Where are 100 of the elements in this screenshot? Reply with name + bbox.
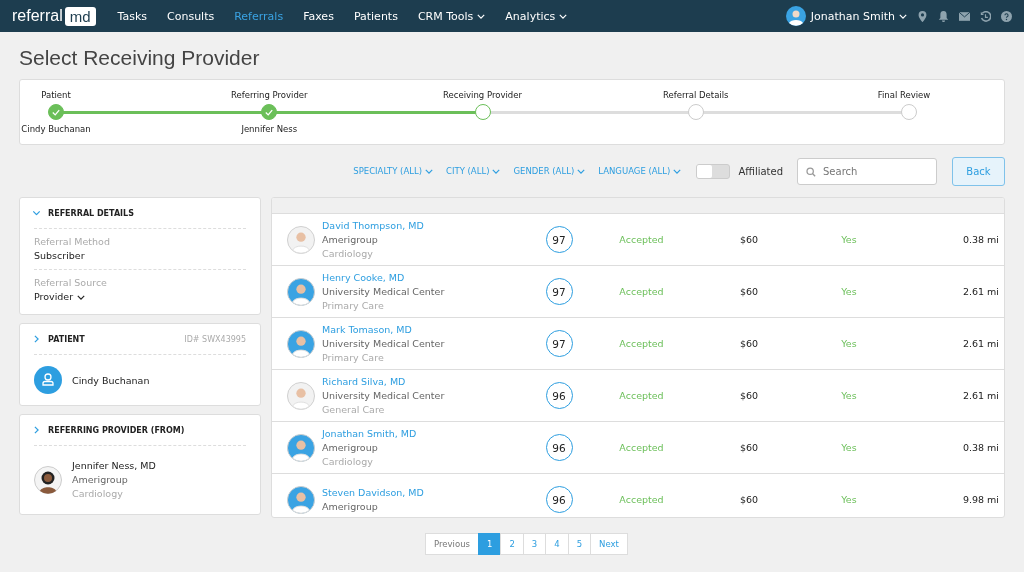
distance-cell-text: 0.38 mi <box>961 234 999 245</box>
card-title: REFERRAL DETAILS <box>48 208 134 218</box>
provider-organization: University Medical Center <box>322 336 445 351</box>
avatar-icon <box>287 485 315 514</box>
avatar-icon <box>287 225 315 254</box>
price-cell-text: $60 <box>738 286 760 297</box>
step-value: Cindy Buchanan <box>21 124 91 134</box>
avatar-icon <box>287 277 315 306</box>
provider-specialty: Primary Care <box>322 350 385 365</box>
status-cell-text: Accepted <box>618 442 665 453</box>
chevron-icon[interactable] <box>34 426 39 434</box>
network-cell-text: Yes <box>840 390 858 401</box>
nav-item[interactable]: Faxes <box>303 9 334 23</box>
nav-item[interactable]: Analytics <box>505 9 568 23</box>
caret-icon <box>577 168 586 174</box>
provider-name-link[interactable]: Jonathan Smith, MD <box>322 426 417 441</box>
filter-dropdown[interactable]: LANGUAGE (ALL) <box>598 166 682 176</box>
provider-specialty: Primary Care <box>322 298 385 313</box>
price-cell-text: $60 <box>738 338 760 349</box>
field-label: Referral Method <box>34 235 111 249</box>
checkmark-icon <box>52 108 60 116</box>
step-value: Jennifer Ness <box>241 124 298 134</box>
provider-row[interactable]: Henry Cooke, MD University Medical Center Primary Care 97 Accepted $60 Yes 2.61 mi <box>272 266 1004 318</box>
filter-dropdown[interactable]: GENDER (ALL) <box>513 166 586 176</box>
provider-organization: Amerigroup <box>72 473 129 487</box>
provider-row[interactable]: Steven Davidson, MD Amerigroup 96 Accepted $60 Yes 9.98 mi <box>272 474 1004 517</box>
provider-row[interactable]: Mark Tomason, MD University Medical Center Primary Care 97 Accepted $60 Yes 2.61 mi <box>272 318 1004 370</box>
avatar-icon <box>287 329 315 358</box>
nav-item[interactable]: Referrals <box>234 9 284 23</box>
step-label: Referral Details <box>661 90 730 102</box>
nav-item[interactable]: Patients <box>353 9 398 23</box>
filter-dropdown[interactable]: SPECIALTY (ALL) <box>353 166 433 176</box>
previous-page-button[interactable]: Previous <box>425 533 479 555</box>
avatar-icon <box>34 466 62 494</box>
price-cell-text: $60 <box>738 494 760 505</box>
status-cell-text: Accepted <box>618 390 665 401</box>
provider-name-link[interactable]: Henry Cooke, MD <box>322 270 445 285</box>
network-cell-text: Yes <box>840 494 858 505</box>
step-label: Referring Provider <box>229 90 309 102</box>
provider-name-link[interactable]: Steven Davidson, MD <box>322 485 424 500</box>
network-cell-text: Yes <box>840 234 858 245</box>
price-cell-text: $60 <box>738 234 760 245</box>
network-cell-text: Yes <box>840 442 858 453</box>
filter-dropdown[interactable]: CITY (ALL) <box>446 166 501 176</box>
provider-row[interactable]: Jonathan Smith, MD Amerigroup Cardiology 96 Accepted $60 Yes 0.38 mi <box>272 422 1004 474</box>
checkmark-icon <box>265 108 274 116</box>
user-menu[interactable]: Jonathan Smith <box>810 9 907 23</box>
history-icon[interactable] <box>980 10 991 22</box>
distance-cell-text: 9.98 mi <box>961 494 999 505</box>
provider-name-link[interactable]: Mark Tomason, MD <box>322 322 445 337</box>
page-button[interactable]: 3 <box>522 533 547 555</box>
chevron-icon[interactable] <box>34 335 39 343</box>
next-page-button[interactable]: Next <box>590 533 628 555</box>
search-icon <box>806 166 816 177</box>
nav-item[interactable]: Consults <box>167 9 215 23</box>
status-cell-text: Accepted <box>618 494 665 505</box>
page-button[interactable]: 1 <box>478 533 502 555</box>
logo[interactable]: referral md <box>12 6 96 26</box>
source-dropdown[interactable]: Provider <box>34 290 86 304</box>
step-label: Receiving Provider <box>442 90 523 102</box>
field-label: Referral Source <box>34 276 108 290</box>
toggle-switch[interactable] <box>696 163 731 179</box>
provider-name-link[interactable]: David Thompson, MD <box>322 218 424 233</box>
provider-organization: University Medical Center <box>322 284 445 299</box>
person-icon <box>34 366 62 394</box>
network-cell-text: Yes <box>840 286 858 297</box>
help-icon[interactable] <box>1001 10 1012 22</box>
card-title: REFERRING PROVIDER (FROM) <box>48 425 185 435</box>
page-button[interactable]: 2 <box>500 533 524 555</box>
avatar-icon <box>287 381 315 410</box>
distance-cell-text: 0.38 mi <box>961 442 999 453</box>
location-pin-icon[interactable] <box>917 10 928 22</box>
caret-icon <box>77 294 86 300</box>
avatar-icon <box>287 433 315 462</box>
provider-row[interactable]: David Thompson, MD Amerigroup Cardiology 97 Accepted $60 Yes 0.38 mi <box>272 214 1004 266</box>
provider-organization: Amerigroup <box>322 232 379 247</box>
status-cell-text: Accepted <box>618 338 665 349</box>
field-value: Subscriber <box>34 249 85 263</box>
back-button[interactable]: Back <box>952 156 1005 186</box>
patient-name: Cindy Buchanan <box>72 374 150 386</box>
chevron-icon[interactable] <box>32 210 41 216</box>
page-button[interactable]: 4 <box>545 533 569 555</box>
provider-organization: Amerigroup <box>322 499 379 514</box>
bell-icon[interactable] <box>938 10 949 22</box>
mail-icon[interactable] <box>959 10 970 22</box>
search-field[interactable]: Search <box>797 157 937 185</box>
distance-cell-text: 2.61 mi <box>961 390 999 401</box>
provider-row[interactable]: Richard Silva, MD University Medical Center General Care 96 Accepted $60 Yes 2.61 mi <box>272 370 1004 422</box>
provider-organization: Amerigroup <box>322 440 379 455</box>
provider-specialty: Cardiology <box>72 487 124 501</box>
nav-item[interactable]: Tasks <box>117 9 147 23</box>
page-button[interactable]: 5 <box>567 533 592 555</box>
avatar-icon[interactable] <box>785 6 806 26</box>
provider-specialty: General Care <box>322 402 386 417</box>
provider-name: Jennifer Ness, MD <box>72 459 156 473</box>
caret-icon <box>673 168 682 174</box>
status-cell-text: Accepted <box>618 234 665 245</box>
provider-name-link[interactable]: Richard Silva, MD <box>322 374 445 389</box>
nav-item[interactable]: CRM Tools <box>417 9 486 23</box>
step-label: Final Review <box>876 90 932 102</box>
